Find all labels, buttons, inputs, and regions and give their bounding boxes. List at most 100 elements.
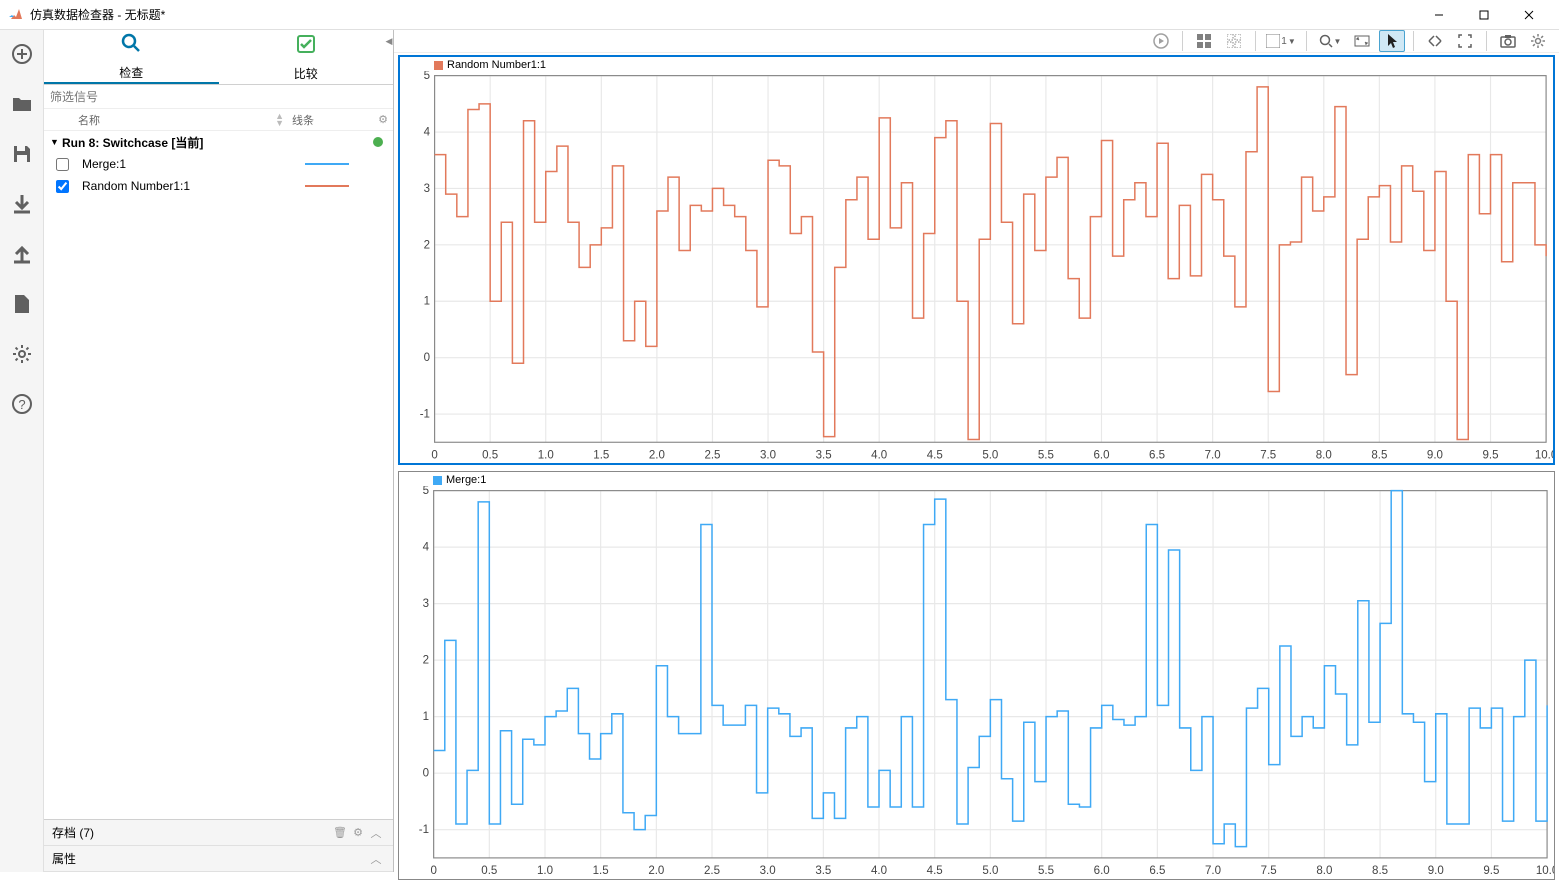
left-panel: ◀ 检查 比较 名称 ▲▼ 线条 ⚙ xyxy=(44,30,394,872)
close-button[interactable] xyxy=(1506,0,1551,30)
subplot-layout-button[interactable]: 1▼ xyxy=(1264,30,1298,52)
chevron-up-icon[interactable]: ︿ xyxy=(367,851,385,867)
svg-text:-1: -1 xyxy=(419,824,429,836)
chevron-up-icon[interactable]: ︿ xyxy=(367,825,385,841)
svg-text:7.5: 7.5 xyxy=(1260,449,1276,461)
svg-text:5.0: 5.0 xyxy=(982,865,998,877)
gear-icon[interactable]: ⚙ xyxy=(349,826,367,839)
svg-text:4: 4 xyxy=(423,542,430,554)
svg-text:3: 3 xyxy=(424,183,430,195)
titlebar: 仿真数据检查器 - 无标题* xyxy=(0,0,1559,30)
svg-text:7.0: 7.0 xyxy=(1205,865,1221,877)
status-dot-icon xyxy=(373,137,383,147)
svg-text:1: 1 xyxy=(423,711,429,723)
signal-row[interactable]: Random Number1:1 xyxy=(44,175,393,197)
magnifier-icon xyxy=(120,32,142,60)
svg-text:5.5: 5.5 xyxy=(1038,449,1054,461)
svg-text:7.5: 7.5 xyxy=(1261,865,1277,877)
tab-compare[interactable]: 比较 xyxy=(219,30,394,84)
svg-text:1.5: 1.5 xyxy=(593,449,609,461)
properties-section-header[interactable]: 属性 ︿ xyxy=(44,846,393,872)
legend-label: Merge:1 xyxy=(446,474,486,486)
minimize-button[interactable] xyxy=(1416,0,1461,30)
archive-section-header[interactable]: 存档 (7) 🗑 ⚙ ︿ xyxy=(44,820,393,846)
svg-text:9.5: 9.5 xyxy=(1483,865,1499,877)
collapse-panel-icon[interactable]: ◀ xyxy=(384,34,394,48)
svg-text:0: 0 xyxy=(424,352,430,364)
plot-canvas[interactable]: 00.51.01.52.02.53.03.54.04.55.05.56.06.5… xyxy=(399,486,1554,879)
window-title: 仿真数据检查器 - 无标题* xyxy=(30,6,1416,23)
properties-label: 属性 xyxy=(52,850,367,867)
plot-2[interactable]: Merge:1 00.51.01.52.02.53.03.54.04.55.05… xyxy=(398,471,1555,880)
export-button[interactable] xyxy=(6,238,38,270)
svg-text:3.0: 3.0 xyxy=(760,865,776,877)
trash-icon[interactable]: 🗑 xyxy=(331,826,349,839)
settings-button[interactable] xyxy=(6,338,38,370)
pointer-button[interactable] xyxy=(1379,30,1405,52)
run-row[interactable]: ▼ Run 8: Switchcase [当前] xyxy=(44,131,393,153)
svg-text:6.0: 6.0 xyxy=(1094,865,1110,877)
zoom-button[interactable]: ▼ xyxy=(1315,30,1345,52)
maximize-button[interactable] xyxy=(1461,0,1506,30)
svg-text:10.0: 10.0 xyxy=(1536,865,1554,877)
layout-grid-button[interactable] xyxy=(1191,30,1217,52)
signal-name: Merge:1 xyxy=(74,157,305,171)
signal-row[interactable]: Merge:1 xyxy=(44,153,393,175)
filter-input[interactable] xyxy=(44,88,393,106)
svg-text:2: 2 xyxy=(424,239,430,251)
clear-layout-button[interactable] xyxy=(1221,30,1247,52)
plot-canvas[interactable]: 00.51.01.52.02.53.03.54.04.55.05.56.06.5… xyxy=(400,71,1553,463)
signal-checkbox[interactable] xyxy=(56,180,69,193)
plot-1[interactable]: Random Number1:1 00.51.01.52.02.53.03.54… xyxy=(398,55,1555,465)
svg-text:4.5: 4.5 xyxy=(927,865,943,877)
svg-text:9.5: 9.5 xyxy=(1482,449,1498,461)
signal-checkbox[interactable] xyxy=(56,158,69,171)
svg-text:9.0: 9.0 xyxy=(1427,449,1443,461)
panel-tabs: 检查 比较 xyxy=(44,30,393,85)
svg-text:4: 4 xyxy=(424,126,431,138)
layout-number: 1 xyxy=(1281,36,1287,47)
svg-text:8.5: 8.5 xyxy=(1371,449,1387,461)
column-line-label[interactable]: 线条 xyxy=(288,112,373,128)
svg-text:0: 0 xyxy=(423,768,429,780)
svg-text:2.5: 2.5 xyxy=(704,865,720,877)
svg-text:5: 5 xyxy=(423,486,429,497)
sort-icon[interactable]: ▲▼ xyxy=(275,113,284,127)
svg-text:1.0: 1.0 xyxy=(537,865,553,877)
svg-text:5.5: 5.5 xyxy=(1038,865,1054,877)
snapshot-button[interactable] xyxy=(1495,30,1521,52)
svg-text:1: 1 xyxy=(424,296,430,308)
svg-text:4.5: 4.5 xyxy=(927,449,943,461)
svg-text:1.5: 1.5 xyxy=(593,865,609,877)
archive-label: 存档 (7) xyxy=(52,824,331,841)
svg-text:8.0: 8.0 xyxy=(1316,865,1332,877)
play-button[interactable] xyxy=(1148,30,1174,52)
legend-swatch xyxy=(433,476,442,485)
expand-arrow-icon[interactable]: ▼ xyxy=(50,137,62,147)
help-button[interactable]: ? xyxy=(6,388,38,420)
expand-diagonal-button[interactable] xyxy=(1422,30,1448,52)
plot-settings-button[interactable] xyxy=(1525,30,1551,52)
signal-line-swatch[interactable] xyxy=(305,185,393,187)
column-header: 名称 ▲▼ 线条 ⚙ xyxy=(44,109,393,131)
fit-button[interactable] xyxy=(1349,30,1375,52)
add-button[interactable] xyxy=(6,38,38,70)
open-folder-button[interactable] xyxy=(6,88,38,120)
column-name-label[interactable]: 名称 xyxy=(78,112,100,128)
tab-compare-label: 比较 xyxy=(294,65,318,82)
svg-text:1.0: 1.0 xyxy=(538,449,554,461)
new-file-button[interactable] xyxy=(6,288,38,320)
import-button[interactable] xyxy=(6,188,38,220)
fullscreen-button[interactable] xyxy=(1452,30,1478,52)
signal-line-swatch[interactable] xyxy=(305,163,393,165)
signal-name: Random Number1:1 xyxy=(74,179,305,193)
tab-inspect[interactable]: 检查 xyxy=(44,30,219,84)
svg-text:8.5: 8.5 xyxy=(1372,865,1388,877)
plots-container: Random Number1:1 00.51.01.52.02.53.03.54… xyxy=(394,53,1559,884)
svg-text:5: 5 xyxy=(424,71,430,82)
svg-text:2.0: 2.0 xyxy=(649,449,665,461)
save-button[interactable] xyxy=(6,138,38,170)
column-settings-icon[interactable]: ⚙ xyxy=(373,113,393,126)
svg-text:2.0: 2.0 xyxy=(648,865,664,877)
checkmark-box-icon xyxy=(295,33,317,61)
